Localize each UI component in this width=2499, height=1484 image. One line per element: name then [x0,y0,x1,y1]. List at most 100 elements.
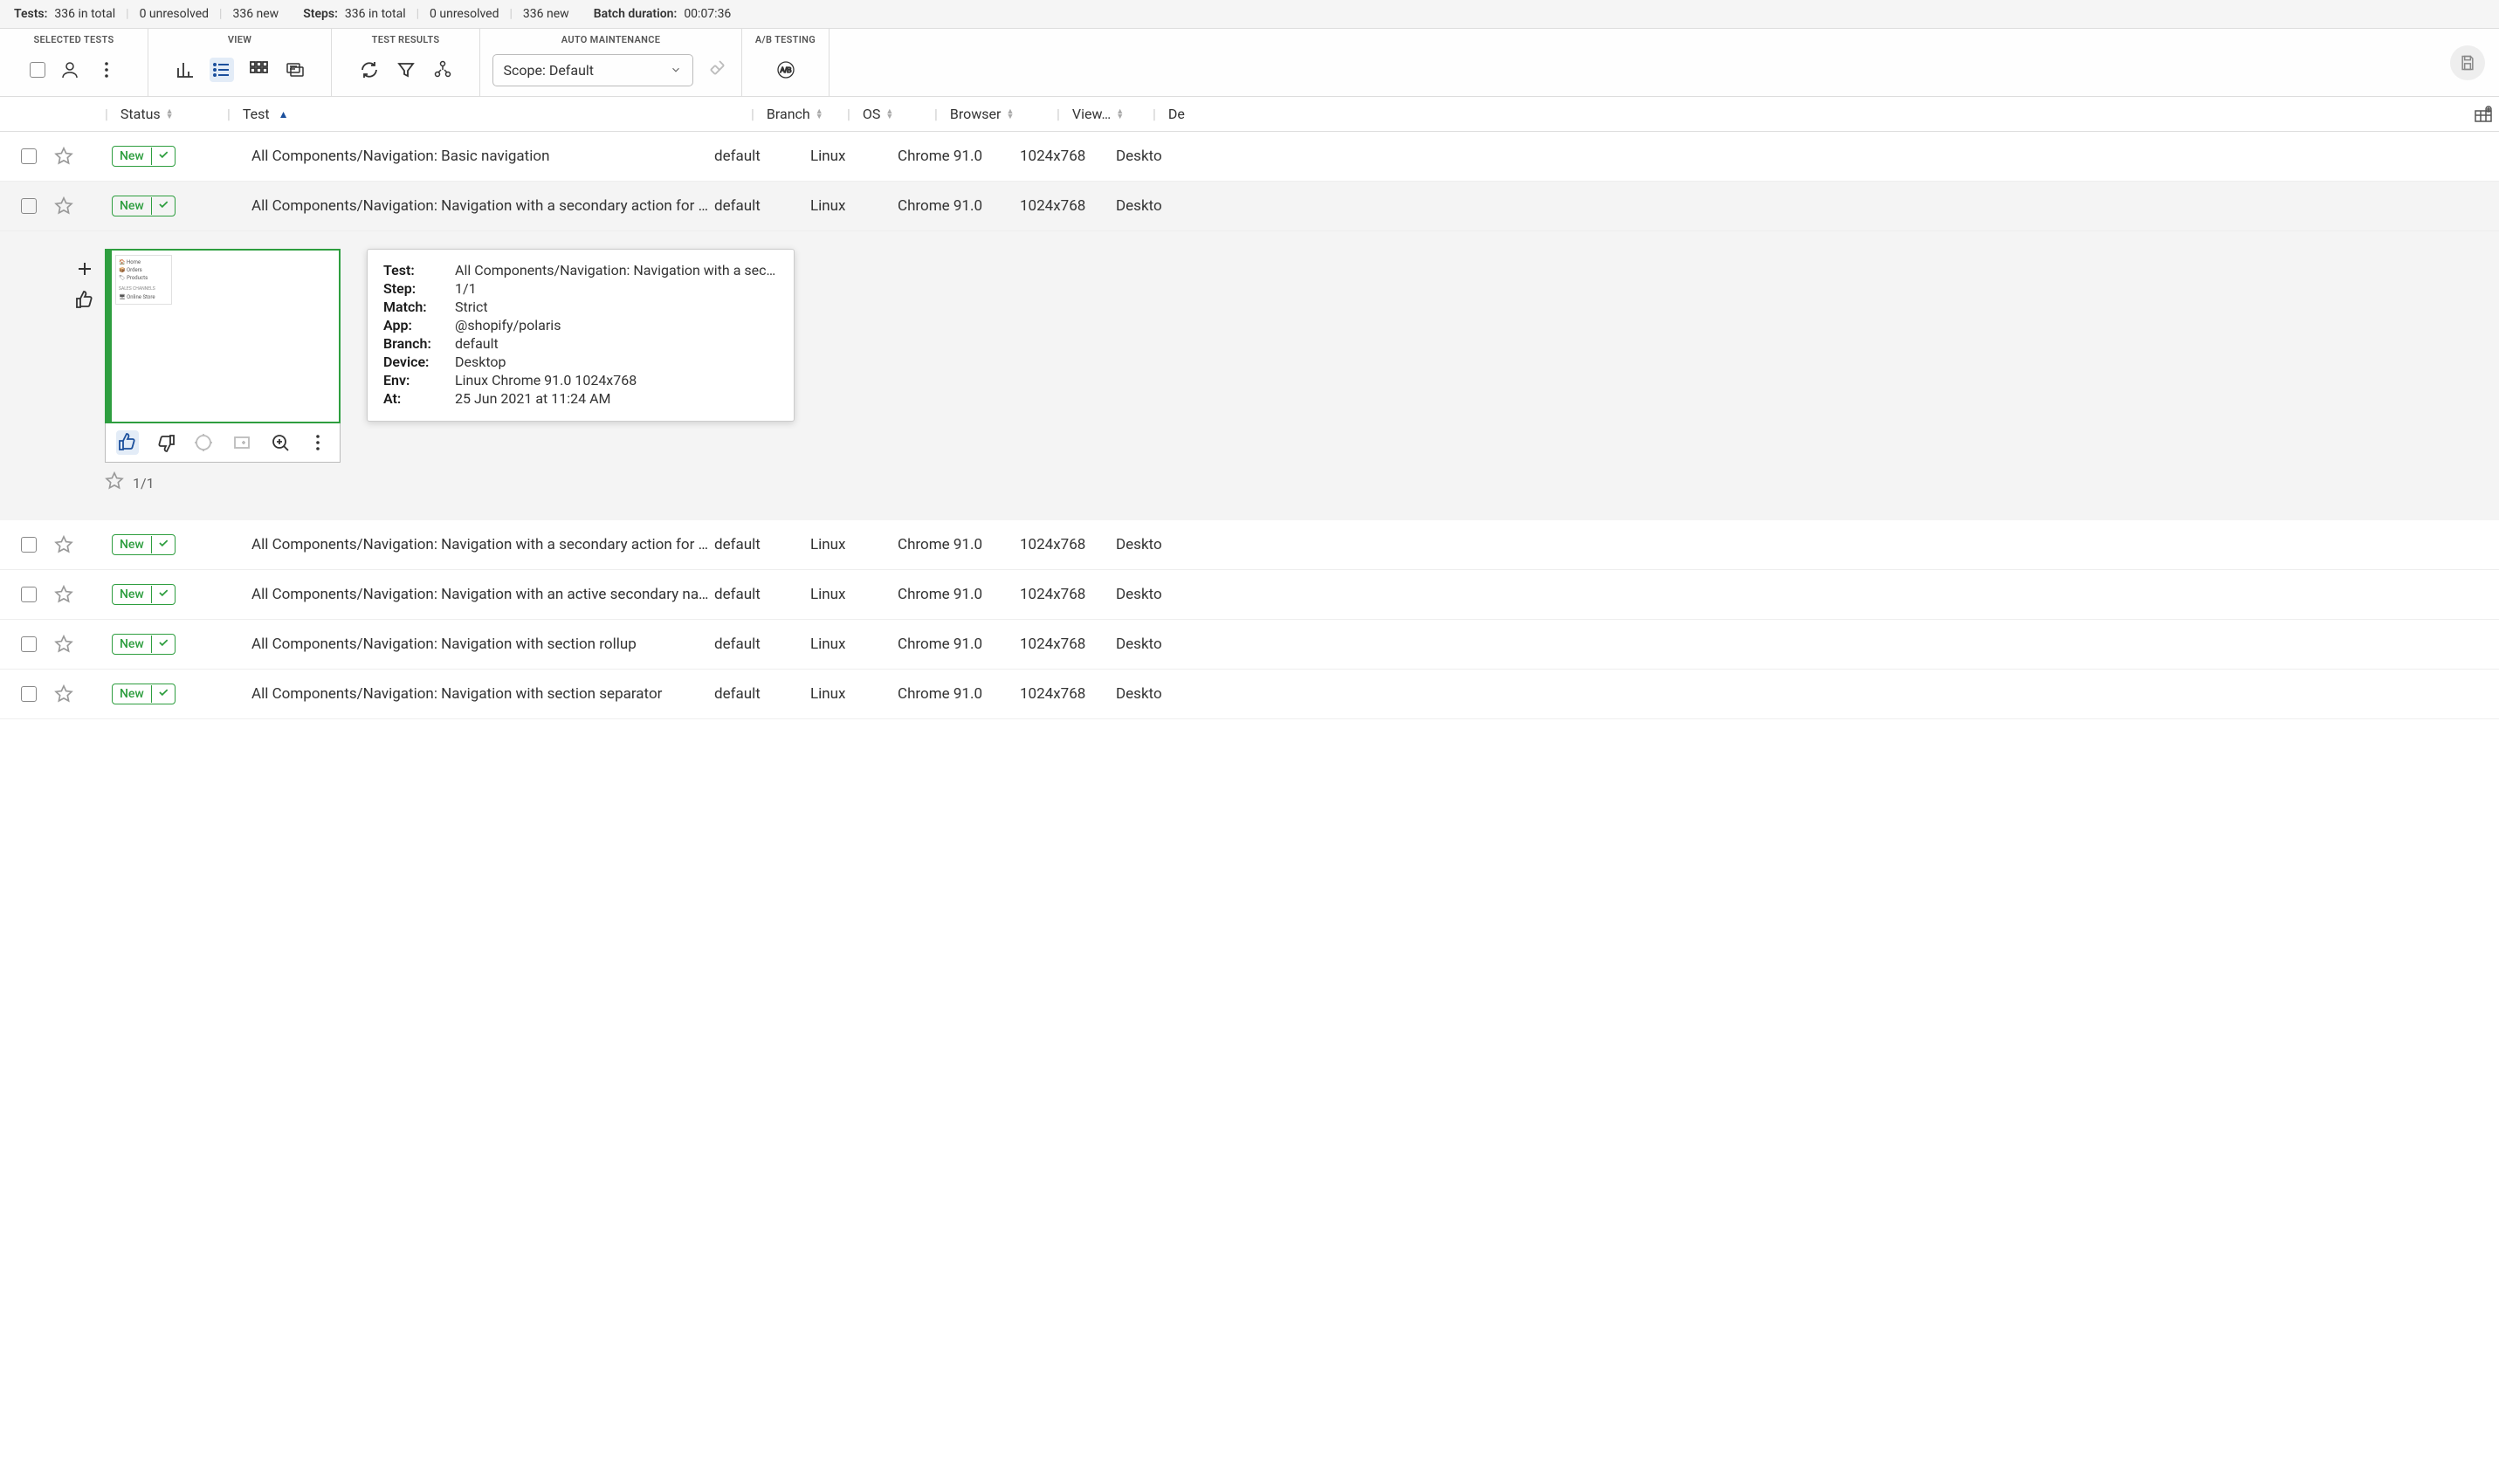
thumbs-up-icon[interactable] [116,430,139,455]
os-value: Linux [810,586,898,603]
comments-view-icon[interactable] [283,58,307,82]
refresh-icon[interactable] [357,58,382,82]
run-maintenance-icon[interactable] [706,58,730,82]
column-config-icon[interactable] [2473,104,2494,128]
step-tooltip: Test:All Components/Navigation: Navigati… [367,249,795,422]
col-viewport[interactable]: |View…▲▼ [1057,106,1153,122]
ab-icon[interactable]: A/B [774,58,798,82]
row-checkbox[interactable] [21,148,37,164]
device-value: Deskto [1116,636,1168,653]
row-star[interactable] [42,147,86,166]
test-name: All Components/Navigation: Navigation wi… [199,685,714,703]
zoom-in-icon[interactable] [269,430,292,455]
group-icon[interactable] [430,58,455,82]
table-row[interactable]: New All Components/Navigation: Navigatio… [0,570,2499,620]
test-name: All Components/Navigation: Navigation wi… [199,536,714,553]
region-icon[interactable] [231,430,253,455]
viewport-value: 1024x768 [1020,586,1116,603]
os-value: Linux [810,536,898,553]
step-card: 🏠 Home📦 Orders🏷 Products SALES CHANNELS … [105,249,341,494]
test-name: All Components/Navigation: Navigation wi… [199,197,714,215]
steps-new: 336 new [523,7,569,21]
viewport-value: 1024x768 [1020,197,1116,215]
batch-duration: 00:07:36 [684,7,731,21]
col-os[interactable]: |OS▲▼ [847,106,934,122]
status-badge: New [112,584,176,605]
scope-select[interactable]: Scope: Default [492,54,693,86]
tests-new: 336 new [232,7,279,21]
branch-value: default [714,636,810,653]
status-badge: New [112,634,176,655]
table-row[interactable]: New All Components/Navigation: Navigatio… [0,182,2499,231]
view-label: VIEW [157,34,322,45]
row-star[interactable] [42,535,86,554]
row-star[interactable] [42,196,86,216]
header-stats: Tests: 336 in total | 0 unresolved | 336… [0,0,2499,29]
filter-icon[interactable] [394,58,418,82]
save-button[interactable] [2450,45,2485,80]
step-thumbnail[interactable]: 🏠 Home📦 Orders🏷 Products SALES CHANNELS … [105,249,341,423]
col-browser[interactable]: |Browser▲▼ [934,106,1057,122]
col-device[interactable]: |De [1153,106,1205,122]
col-branch[interactable]: |Branch▲▼ [751,106,847,122]
thumbs-down-icon[interactable] [155,430,177,455]
status-badge: New [112,196,176,216]
steps-label: Steps: [303,7,338,21]
steps-total: 336 in total [345,7,406,21]
row-star[interactable] [42,684,86,704]
row-checkbox[interactable] [21,686,37,702]
zoom-add-icon[interactable] [73,258,96,280]
branch-value: default [714,148,810,165]
list-view-icon[interactable] [210,58,234,82]
os-value: Linux [810,197,898,215]
scope-value: Scope: Default [504,62,595,79]
step-actions [105,423,341,463]
ab-testing-label: A/B TESTING [751,34,820,45]
branch-value: default [714,685,810,703]
step-count: 1/1 [133,475,155,491]
browser-value: Chrome 91.0 [898,586,1020,603]
col-status[interactable]: |Status▲▼ [105,106,227,122]
branch-value: default [714,586,810,603]
assign-user-icon[interactable] [58,58,82,82]
table-row[interactable]: New All Components/Navigation: Navigatio… [0,520,2499,570]
step-more-icon[interactable] [306,430,329,455]
select-all-checkbox[interactable] [30,62,45,78]
status-badge: New [112,534,176,555]
device-value: Deskto [1116,197,1168,215]
more-actions-icon[interactable] [94,58,119,82]
status-badge: New [112,146,176,167]
device-value: Deskto [1116,536,1168,553]
table-row[interactable]: New All Components/Navigation: Navigatio… [0,620,2499,670]
row-star[interactable] [42,635,86,654]
row-checkbox[interactable] [21,198,37,214]
row-checkbox[interactable] [21,587,37,602]
status-badge: New [112,684,176,704]
row-star[interactable] [42,585,86,604]
auto-maintenance-label: AUTO MAINTENANCE [489,34,733,45]
col-test[interactable]: |Test▲ [227,106,751,122]
tests-unresolved: 0 unresolved [140,7,209,21]
device-value: Deskto [1116,148,1168,165]
viewport-value: 1024x768 [1020,536,1116,553]
toolbar: SELECTED TESTS VIEW TEST RESULTS AUTO MA… [0,29,2499,97]
viewport-value: 1024x768 [1020,148,1116,165]
batch-label: Batch duration: [594,7,678,21]
row-checkbox[interactable] [21,636,37,652]
row-checkbox[interactable] [21,537,37,553]
os-value: Linux [810,685,898,703]
branch-value: default [714,536,810,553]
chart-view-icon[interactable] [173,58,197,82]
table-row[interactable]: New All Components/Navigation: Navigatio… [0,670,2499,719]
grid-view-icon[interactable] [246,58,271,82]
browser-value: Chrome 91.0 [898,685,1020,703]
test-name: All Components/Navigation: Navigation wi… [199,636,714,653]
step-star[interactable] [105,471,124,494]
table-row[interactable]: New All Components/Navigation: Basic nav… [0,132,2499,182]
target-icon[interactable] [192,430,215,455]
thumbs-up-side-icon[interactable] [73,289,96,312]
test-results-label: TEST RESULTS [341,34,471,45]
steps-unresolved: 0 unresolved [430,7,499,21]
test-name: All Components/Navigation: Basic navigat… [199,148,714,165]
tests-total: 336 in total [54,7,115,21]
